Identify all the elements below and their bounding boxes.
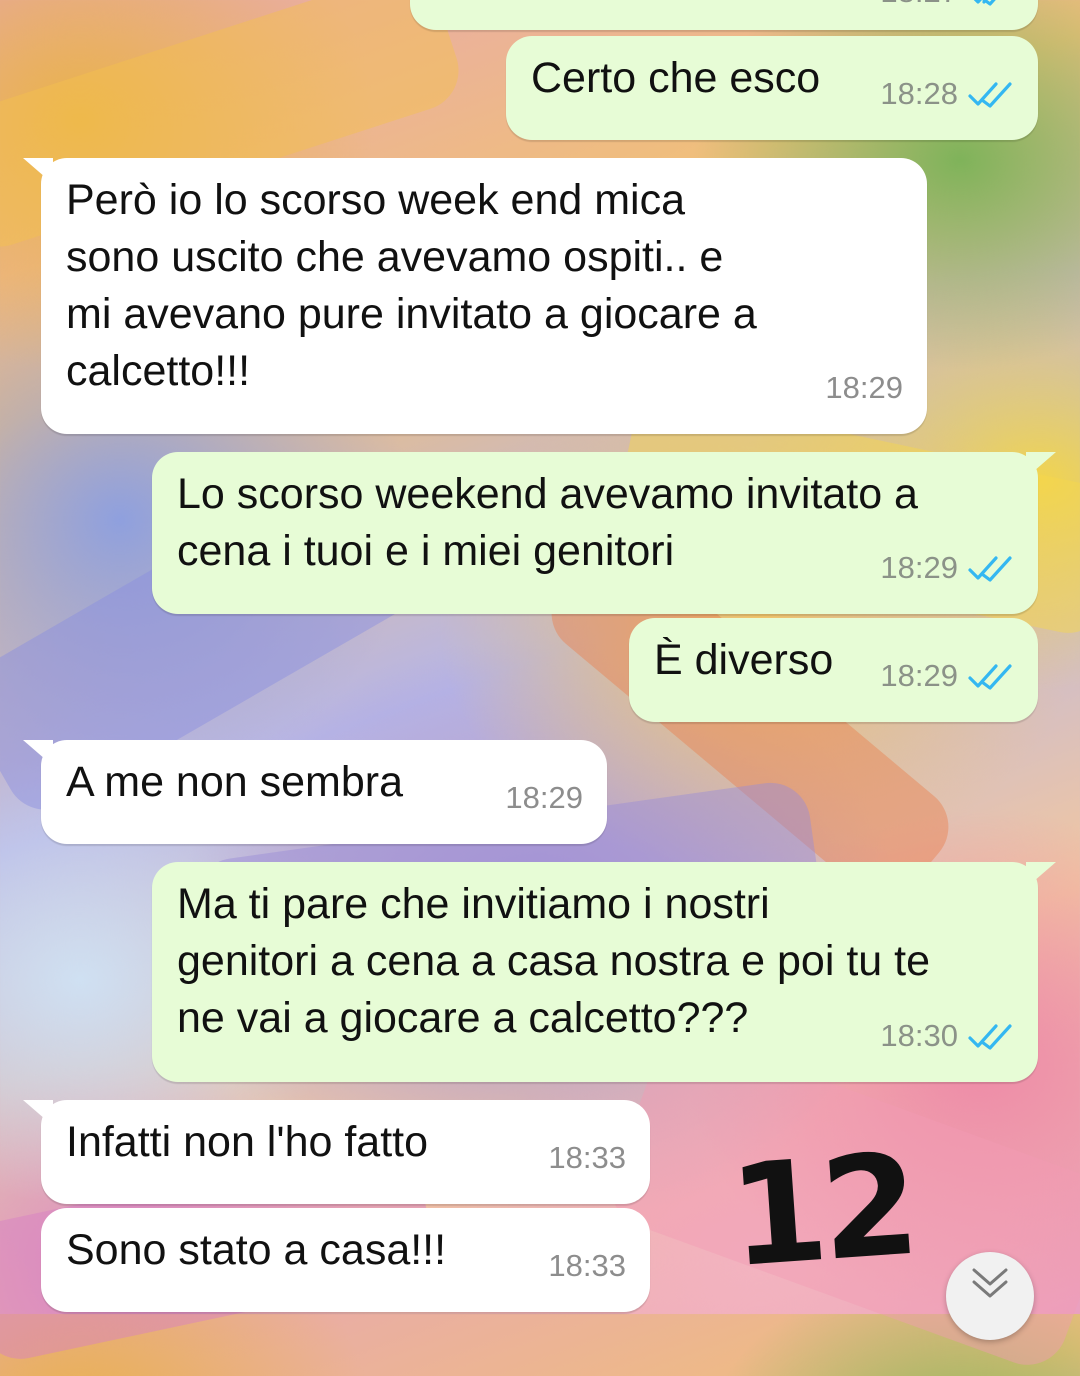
message-time: 18:28 <box>880 76 958 111</box>
message-bubble-outgoing[interactable]: È diverso 18:29 <box>629 618 1038 722</box>
message-bubble-outgoing[interactable]: Ma ti pare che invitiamo i nostri genito… <box>152 862 1056 1082</box>
message-time: 18:29 <box>825 370 903 405</box>
message-text: Però io lo scorso week end mica sono usc… <box>66 176 757 395</box>
message-bubble-incoming[interactable]: A me non sembra 18:29 <box>23 740 607 844</box>
message-meta: 18:33 <box>548 1237 626 1294</box>
double-check-icon <box>968 81 1012 108</box>
message-time: 18:33 <box>548 1140 626 1175</box>
message-time: 18:27 <box>880 0 958 20</box>
message-time: 18:33 <box>548 1248 626 1283</box>
message-bubble-incoming[interactable]: Però io lo scorso week end mica sono usc… <box>23 158 927 434</box>
message-text: Infatti non l'ho fatto <box>66 1118 429 1166</box>
message-text: Sono stato a casa!!! <box>66 1226 447 1274</box>
message-meta: 18:28 <box>880 65 1014 122</box>
message-meta: 18:29 <box>880 539 1014 596</box>
handwritten-number: 12 <box>724 1123 919 1300</box>
message-time: 18:29 <box>505 780 583 815</box>
message-meta: 18:29 <box>880 647 1014 704</box>
message-meta: 18:29 <box>505 769 583 826</box>
double-check-icon <box>968 663 1012 690</box>
message-bubble-outgoing[interactable]: 18:27 <box>410 0 1038 30</box>
message-meta: 18:30 <box>880 1007 1014 1064</box>
chevron-double-down-icon <box>972 1268 1008 1298</box>
message-time: 18:29 <box>880 658 958 693</box>
message-meta: 18:33 <box>548 1129 626 1186</box>
message-meta: 18:27 <box>880 0 1014 20</box>
message-time: 18:29 <box>880 550 958 585</box>
message-time: 18:30 <box>880 1018 958 1053</box>
double-check-icon <box>968 555 1012 582</box>
message-bubble-incoming[interactable]: Sono stato a casa!!! 18:33 <box>41 1208 650 1312</box>
message-bubble-incoming[interactable]: Infatti non l'ho fatto 18:33 <box>23 1100 650 1204</box>
double-check-icon <box>968 1023 1012 1050</box>
scroll-to-bottom-button[interactable] <box>946 1252 1034 1340</box>
message-bubble-outgoing[interactable]: Certo che esco 18:28 <box>506 36 1038 140</box>
message-meta: 18:29 <box>825 359 903 416</box>
double-check-icon <box>974 0 996 6</box>
message-bubble-outgoing[interactable]: Lo scorso weekend avevamo invitato a cen… <box>152 452 1056 614</box>
